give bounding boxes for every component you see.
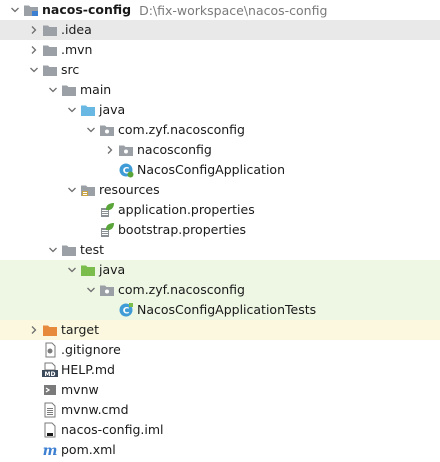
folder-icon <box>41 20 59 40</box>
tree-item-label: src <box>61 62 80 77</box>
svg-text:m: m <box>43 443 58 458</box>
tree-folder-row[interactable]: nacos-config D:\fix-workspace\nacos-confi… <box>0 0 440 20</box>
tree-item-label: target <box>61 322 100 337</box>
tree-item-label: com.zyf.nacosconfig <box>118 282 245 297</box>
tree-folder-row[interactable]: com.zyf.nacosconfig <box>0 120 440 140</box>
tree-folder-row[interactable]: test <box>0 240 440 260</box>
source-folder-icon <box>79 100 97 120</box>
folder-icon <box>60 240 78 260</box>
folder-icon <box>60 80 78 100</box>
module-path: D:\fix-workspace\nacos-config <box>139 2 328 18</box>
tree-file-row[interactable]: m pom.xml <box>0 440 440 460</box>
chevron-down-icon[interactable] <box>46 240 60 260</box>
text-file-icon <box>41 400 59 420</box>
tree-file-row[interactable]: MD HELP.md <box>0 360 440 380</box>
tree-item-label: HELP.md <box>61 362 115 377</box>
tree-item-label: .idea <box>61 22 92 37</box>
package-icon <box>117 140 135 160</box>
markdown-file-icon: MD <box>41 360 59 380</box>
tree-item-label: nacos-config.iml <box>61 422 164 437</box>
folder-icon <box>41 40 59 60</box>
tree-item-label: java <box>99 262 126 277</box>
tree-file-row[interactable]: C NacosConfigApplicationTests <box>0 300 440 320</box>
chevron-down-icon[interactable] <box>27 60 41 80</box>
chevron-down-icon[interactable] <box>65 180 79 200</box>
chevron-down-icon[interactable] <box>65 100 79 120</box>
module-folder-icon <box>22 0 40 20</box>
tree-item-label: java <box>99 102 126 117</box>
folder-icon <box>41 60 59 80</box>
chevron-down-icon[interactable] <box>8 0 22 20</box>
tree-item-label: resources <box>99 182 160 197</box>
tree-item-label: nacosconfig <box>137 142 212 157</box>
tree-item-label: main <box>80 82 112 97</box>
chevron-right-icon[interactable] <box>27 20 41 40</box>
tree-folder-row[interactable]: com.zyf.nacosconfig <box>0 280 440 300</box>
svg-text:MD: MD <box>45 371 56 378</box>
chevron-down-icon[interactable] <box>46 80 60 100</box>
spring-properties-icon <box>98 220 116 240</box>
tree-item-label: mvnw.cmd <box>61 402 129 417</box>
tree-item-label: .mvn <box>61 42 93 57</box>
spring-boot-class-icon: C <box>117 160 135 180</box>
tree-file-row[interactable]: .gitignore <box>0 340 440 360</box>
excluded-folder-icon <box>41 320 59 340</box>
tree-item-label: pom.xml <box>61 442 116 457</box>
chevron-right-icon[interactable] <box>27 320 41 340</box>
tree-item-label: nacos-config <box>42 2 132 17</box>
chevron-right-icon[interactable] <box>103 140 117 160</box>
svg-text:C: C <box>123 307 130 317</box>
tree-file-row[interactable]: application.properties <box>0 200 440 220</box>
tree-item-label: application.properties <box>118 202 255 217</box>
tree-folder-row[interactable]: .mvn <box>0 40 440 60</box>
resources-folder-icon <box>79 180 97 200</box>
chevron-down-icon[interactable] <box>84 120 98 140</box>
tree-folder-row[interactable]: .idea <box>0 20 440 40</box>
spring-properties-icon <box>98 200 116 220</box>
tree-folder-row[interactable]: src <box>0 60 440 80</box>
tree-folder-row[interactable]: nacosconfig <box>0 140 440 160</box>
tree-file-row[interactable]: bootstrap.properties <box>0 220 440 240</box>
tree-folder-row[interactable]: main <box>0 80 440 100</box>
gitignore-file-icon <box>41 340 59 360</box>
tree-file-row[interactable]: mvnw <box>0 380 440 400</box>
tree-file-row[interactable]: nacos-config.iml <box>0 420 440 440</box>
tree-folder-row[interactable]: target <box>0 320 440 340</box>
package-icon <box>98 280 116 300</box>
project-tree: nacos-config D:\fix-workspace\nacos-confi… <box>0 0 440 462</box>
tree-item-label: NacosConfigApplicationTests <box>137 302 317 317</box>
shell-file-icon <box>41 380 59 400</box>
tree-item-label: com.zyf.nacosconfig <box>118 122 245 137</box>
tree-item-label: NacosConfigApplication <box>137 162 285 177</box>
tree-folder-row[interactable]: java <box>0 100 440 120</box>
chevron-down-icon[interactable] <box>84 280 98 300</box>
tree-item-label: bootstrap.properties <box>118 222 247 237</box>
chevron-down-icon[interactable] <box>65 260 79 280</box>
tree-item-label: test <box>80 242 105 257</box>
package-icon <box>98 120 116 140</box>
chevron-right-icon[interactable] <box>27 40 41 60</box>
test-folder-icon <box>79 260 97 280</box>
maven-pom-icon: m <box>41 440 59 460</box>
tree-file-row[interactable]: C NacosConfigApplication <box>0 160 440 180</box>
tree-folder-row[interactable]: resources <box>0 180 440 200</box>
tree-item-label: .gitignore <box>61 342 121 357</box>
tree-folder-row[interactable]: java <box>0 260 440 280</box>
test-class-icon: C <box>117 300 135 320</box>
tree-file-row[interactable]: mvnw.cmd <box>0 400 440 420</box>
tree-item-label: mvnw <box>61 382 99 397</box>
iml-file-icon <box>41 420 59 440</box>
